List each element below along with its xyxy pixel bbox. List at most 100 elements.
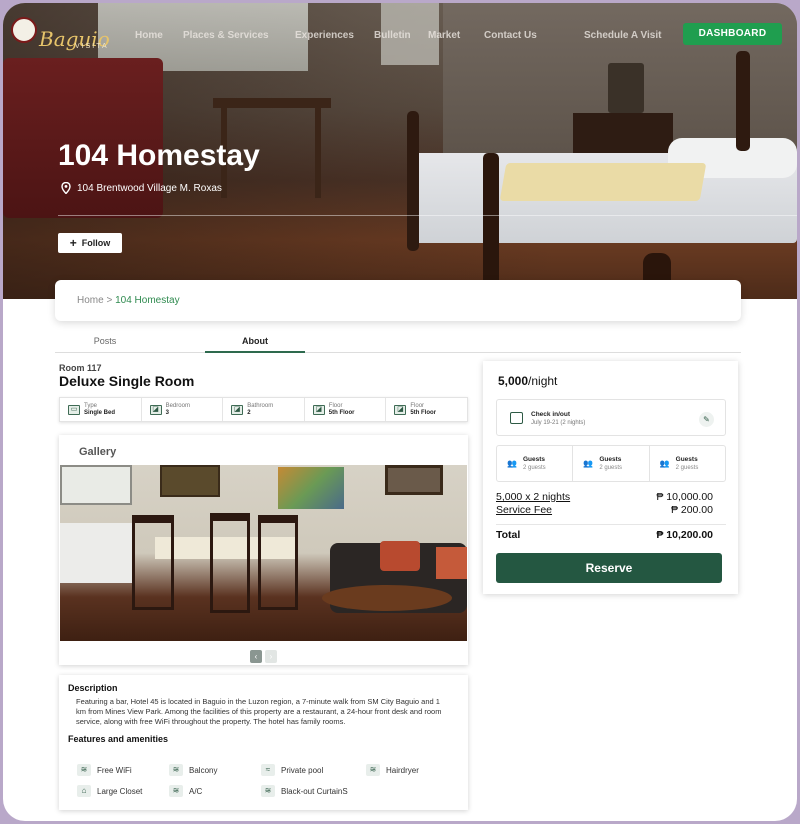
guests-selector: 👥 Guests 2 guests 👥 Guests 2 guests 👥 Gu… <box>496 445 726 482</box>
nav-bulletin[interactable]: Bulletin <box>374 30 411 41</box>
floor-icon: ◪ <box>312 404 325 415</box>
guests-value: 2 guests <box>523 465 546 471</box>
wifi-icon: ≋ <box>366 764 380 776</box>
address-text: 104 Brentwood Village M. Roxas <box>77 182 222 194</box>
amenity-label: Black-out CurtainS <box>281 786 348 796</box>
page-title: 104 Homestay <box>58 139 260 172</box>
amenity-item: ≋ Hairdryer <box>366 764 419 776</box>
room-number: Room 117 <box>59 363 102 373</box>
bed-icon: ▭ <box>68 404 80 415</box>
nav-contact[interactable]: Contact Us <box>484 30 537 41</box>
location-pin-icon <box>61 182 71 194</box>
nav-schedule-visit[interactable]: Schedule A Visit <box>584 30 661 41</box>
checkin-field[interactable]: Check in/out July 19-21 (2 nights) ✎ <box>496 399 726 436</box>
checkin-dates: July 19-21 (2 nights) <box>531 420 586 426</box>
wifi-icon: ≋ <box>169 785 183 797</box>
price-unit: /night <box>528 374 558 388</box>
amenity-item: ≋ A/C <box>169 785 202 797</box>
spec-label: Bathroom <box>247 402 274 409</box>
amenity-label: Hairdryer <box>386 765 419 775</box>
description-card: Description Featuring a bar, Hotel 45 is… <box>59 675 468 810</box>
gallery-photo[interactable] <box>60 465 467 641</box>
follow-label: Follow <box>81 238 111 248</box>
amenity-item: ≋ Balcony <box>169 764 217 776</box>
guests-label: Guests <box>523 456 546 463</box>
tab-posts[interactable]: Posts <box>55 336 155 346</box>
spec-value: 3 <box>165 409 169 416</box>
spec-label: Floor <box>328 402 343 409</box>
floor-icon: ◪ <box>394 404 407 415</box>
gallery-title: Gallery <box>79 446 117 458</box>
active-tab-indicator <box>205 351 305 353</box>
hero-banner: Baguio VISITA Home Places & Services Exp… <box>3 3 797 299</box>
nightly-price: 5,000/night <box>498 374 557 388</box>
guests-option[interactable]: 👥 Guests 2 guests <box>497 446 574 481</box>
nav-experiences[interactable]: Experiences <box>295 30 354 41</box>
follow-button[interactable]: + Follow <box>58 233 122 253</box>
features-heading: Features and amenities <box>68 734 169 744</box>
amenity-label: Private pool <box>281 765 324 775</box>
wifi-icon: ≋ <box>169 764 183 776</box>
spec-bedroom: ◪ Bedroom 3 <box>142 398 224 421</box>
guests-option[interactable]: 👥 Guests 2 guests <box>650 446 725 481</box>
amenity-label: Balcony <box>189 765 218 775</box>
breadcrumb: Home > 104 Homestay <box>55 280 741 321</box>
guests-value: 2 guests <box>599 465 623 471</box>
guests-value: 2 guests <box>675 465 699 471</box>
hanger-icon: ⌂ <box>77 785 91 797</box>
nav-places-services[interactable]: Places & Services <box>183 30 269 41</box>
guests-option[interactable]: 👥 Guests 2 guests <box>573 446 650 481</box>
wifi-icon: ≋ <box>77 764 91 776</box>
price-value: 5,000 <box>498 374 529 388</box>
bathroom-icon: ◪ <box>231 404 244 415</box>
plus-icon: + <box>69 236 77 250</box>
spec-value: 2 <box>247 409 251 416</box>
spec-value: 5th Floor <box>410 409 437 416</box>
spec-floor-2: ◪ Floor 5th Floor <box>386 398 467 421</box>
people-icon: 👥 <box>507 459 517 468</box>
logo-subtitle: VISITA <box>75 43 109 50</box>
nav-home[interactable]: Home <box>135 30 163 41</box>
amenity-item: ≋ Free WiFi <box>77 764 132 776</box>
amenity-label: Large Closet <box>97 786 143 796</box>
amenity-item: ≈ Private pool <box>261 764 323 776</box>
booking-card: 5,000/night Check in/out July 19-21 (2 n… <box>483 361 738 594</box>
gallery-next-button[interactable]: › <box>265 650 277 663</box>
breadcrumb-home[interactable]: Home <box>77 295 104 306</box>
spec-label: Bedroom <box>165 402 190 409</box>
calendar-icon <box>510 412 523 424</box>
spec-bathroom: ◪ Bathroom 2 <box>223 398 305 421</box>
guests-label: Guests <box>599 456 622 463</box>
spec-floor: ◪ Floor 5th Floor <box>305 398 387 421</box>
nights-amount: ₱ 10,000.00 <box>656 491 713 503</box>
spec-type: ▭ Type Single Bed <box>60 398 142 421</box>
amenity-label: A/C <box>189 786 203 796</box>
nights-breakdown-link[interactable]: 5,000 x 2 nights <box>496 491 570 503</box>
amenity-label: Free WiFi <box>97 765 132 775</box>
pencil-icon[interactable]: ✎ <box>699 412 714 427</box>
dashboard-button[interactable]: DASHBOARD <box>683 23 782 45</box>
room-title: Deluxe Single Room <box>59 373 195 389</box>
service-fee-link[interactable]: Service Fee <box>496 504 552 516</box>
spec-value: Single Bed <box>84 409 116 416</box>
address: 104 Brentwood Village M. Roxas <box>61 182 222 194</box>
total-amount: ₱ 10,200.00 <box>656 529 713 541</box>
divider <box>496 524 726 525</box>
nav-market[interactable]: Market <box>428 30 460 41</box>
service-fee-amount: ₱ 200.00 <box>670 504 713 516</box>
people-icon: 👥 <box>659 459 670 468</box>
bedroom-icon: ◪ <box>149 404 162 415</box>
checkin-label: Check in/out <box>531 411 571 418</box>
tab-about[interactable]: About <box>205 336 305 346</box>
pool-icon: ≈ <box>261 764 275 776</box>
gallery-prev-button[interactable]: ‹ <box>250 650 262 663</box>
room-specs: ▭ Type Single Bed ◪ Bedroom 3 ◪ Bathroom 2 … <box>59 397 468 422</box>
description-heading: Description <box>68 683 118 693</box>
gallery-card: Gallery ‹ › <box>59 435 468 665</box>
reserve-button[interactable]: Reserve <box>496 553 722 583</box>
spec-label: Floor <box>410 402 425 409</box>
spec-label: Type <box>84 402 98 409</box>
people-icon: 👥 <box>583 459 594 468</box>
hero-divider <box>58 215 797 216</box>
site-logo[interactable] <box>11 17 37 43</box>
